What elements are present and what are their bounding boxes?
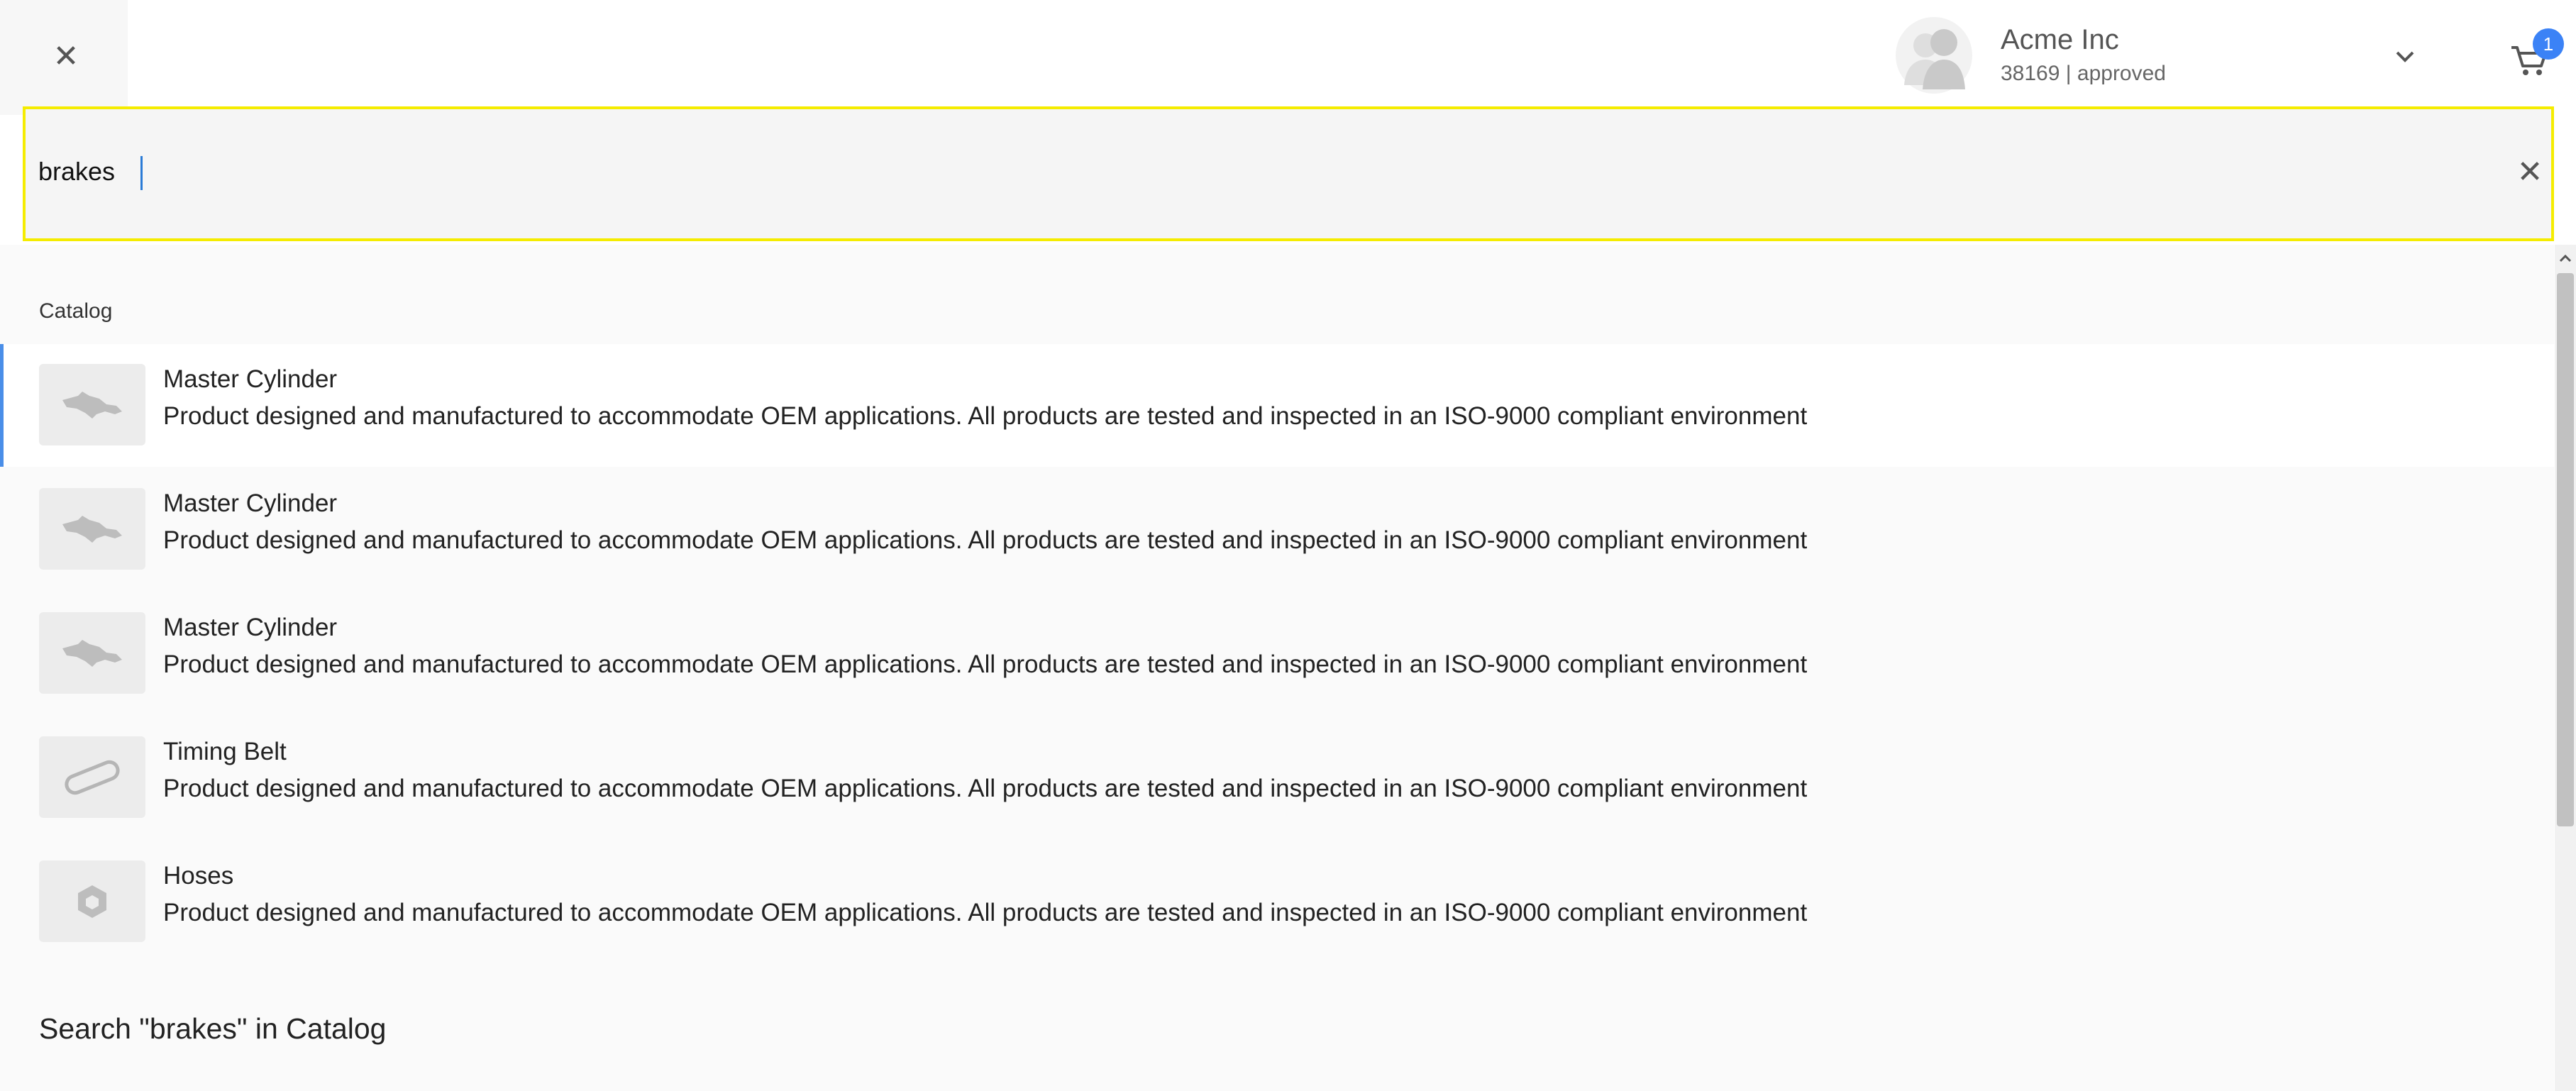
account-switcher[interactable]: Acme Inc 38169 | approved: [1894, 16, 2166, 95]
product-placeholder-icon: [39, 860, 145, 942]
scrollbar-thumb[interactable]: [2557, 273, 2574, 826]
search-results-panel: Catalog Master Cylinder Product designed…: [0, 245, 2554, 1091]
result-item[interactable]: Master Cylinder Product designed and man…: [0, 344, 2554, 467]
avatar-icon: [1896, 17, 1972, 94]
account-status: 38169 | approved: [2001, 62, 2166, 85]
text-caret: [140, 156, 143, 190]
close-panel-area: ✕: [0, 0, 128, 115]
chevron-down-icon[interactable]: [2380, 35, 2430, 78]
result-description: Product designed and manufactured to acc…: [163, 402, 1808, 430]
result-title: Timing Belt: [163, 738, 287, 765]
result-description: Product designed and manufactured to acc…: [163, 899, 1808, 926]
scroll-up-arrow-icon[interactable]: [2555, 246, 2576, 270]
result-title: Master Cylinder: [163, 365, 338, 393]
result-description: Product designed and manufactured to acc…: [163, 650, 1808, 678]
result-item[interactable]: Master Cylinder Product designed and man…: [0, 592, 2554, 715]
result-title: Master Cylinder: [163, 489, 338, 517]
search-bar: ✕: [23, 106, 2554, 241]
result-item[interactable]: Hoses Product designed and manufactured …: [0, 841, 2554, 963]
master-cylinder-image: [39, 488, 145, 570]
timing-belt-image: [39, 736, 145, 818]
clear-search-icon[interactable]: ✕: [2509, 150, 2551, 193]
master-cylinder-image: [39, 612, 145, 694]
result-title: Hoses: [163, 862, 234, 890]
section-label-catalog: Catalog: [39, 299, 113, 323]
account-name: Acme Inc: [2001, 24, 2119, 55]
cart-count-badge: 1: [2533, 28, 2564, 60]
active-indicator: [0, 344, 4, 467]
search-all-in-catalog-link[interactable]: Search "brakes" in Catalog: [39, 1012, 386, 1046]
result-item[interactable]: Timing Belt Product designed and manufac…: [0, 716, 2554, 839]
result-description: Product designed and manufactured to acc…: [163, 526, 1808, 554]
result-item[interactable]: Master Cylinder Product designed and man…: [0, 468, 2554, 591]
search-input[interactable]: [38, 143, 2436, 200]
close-icon[interactable]: ✕: [41, 31, 91, 81]
scrollbar[interactable]: [2555, 245, 2576, 1091]
result-title: Master Cylinder: [163, 614, 338, 641]
master-cylinder-image: [39, 364, 145, 445]
result-description: Product designed and manufactured to acc…: [163, 775, 1808, 802]
